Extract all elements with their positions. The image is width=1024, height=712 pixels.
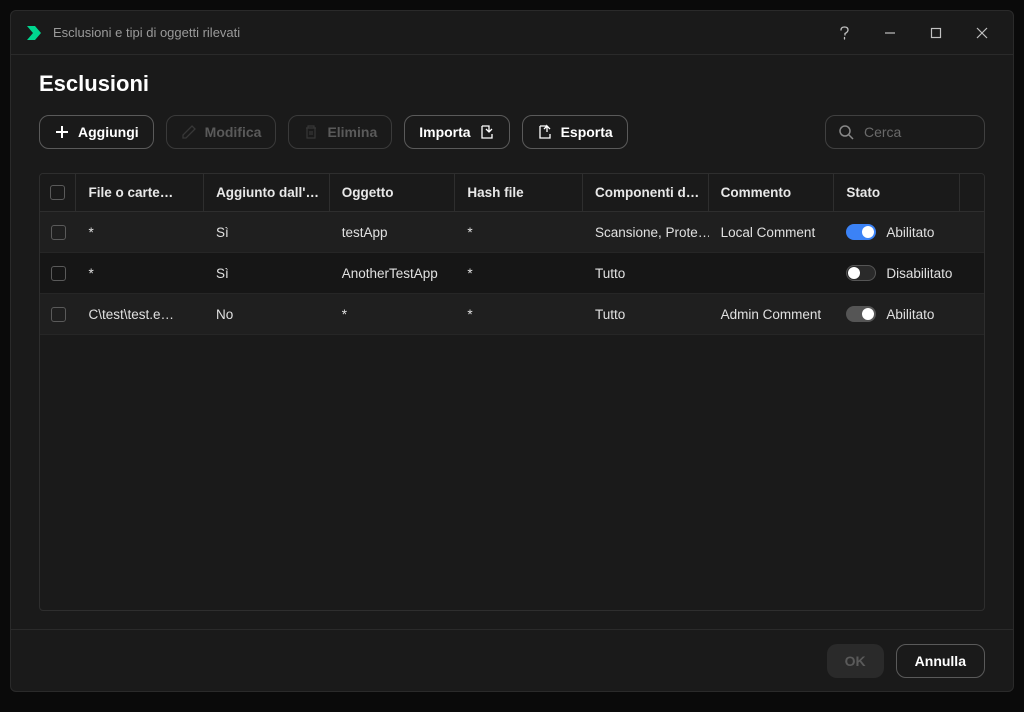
search-icon xyxy=(838,124,854,140)
cell-components: Scansione, Prote… xyxy=(583,212,709,252)
row-checkbox[interactable] xyxy=(51,266,66,281)
cell-object: AnotherTestApp xyxy=(330,253,456,293)
app-logo-icon xyxy=(25,24,43,42)
cell-object: * xyxy=(330,294,456,334)
search-input[interactable] xyxy=(864,124,972,140)
import-icon xyxy=(479,124,495,140)
cell-components: Tutto xyxy=(583,294,709,334)
row-checkbox[interactable] xyxy=(51,307,66,322)
cell-added: Sì xyxy=(204,253,330,293)
maximize-button[interactable] xyxy=(913,17,959,49)
cell-components: Tutto xyxy=(583,253,709,293)
table-row[interactable]: C\test\test.e…No**TuttoAdmin CommentAbil… xyxy=(40,294,984,335)
cell-state: Abilitato xyxy=(834,212,960,252)
pencil-icon xyxy=(181,124,197,140)
state-toggle[interactable] xyxy=(846,306,876,322)
trash-icon xyxy=(303,124,319,140)
cell-state: Abilitato xyxy=(834,294,960,334)
header-checkbox-cell xyxy=(40,174,76,212)
cell-hash: * xyxy=(455,212,583,252)
cell-file: * xyxy=(76,253,204,293)
header-hash[interactable]: Hash file xyxy=(455,174,583,212)
row-checkbox-cell xyxy=(40,253,76,293)
select-all-checkbox[interactable] xyxy=(50,185,65,200)
state-toggle[interactable] xyxy=(846,265,876,281)
export-button[interactable]: Esporta xyxy=(522,115,628,149)
plus-icon xyxy=(54,124,70,140)
cell-hash: * xyxy=(455,253,583,293)
table-header: File o carte… Aggiunto dall'… Oggetto Ha… xyxy=(40,174,984,212)
help-button[interactable] xyxy=(821,17,867,49)
row-checkbox[interactable] xyxy=(51,225,66,240)
state-label: Abilitato xyxy=(886,225,934,240)
exclusions-table: File o carte… Aggiunto dall'… Oggetto Ha… xyxy=(39,173,985,611)
cell-spacer xyxy=(960,212,984,252)
import-button-label: Importa xyxy=(419,124,470,140)
cell-comment: Admin Comment xyxy=(709,294,835,334)
cell-file: C\test\test.e… xyxy=(76,294,204,334)
dialog-footer: OK Annulla xyxy=(11,629,1013,691)
page-title: Esclusioni xyxy=(39,71,985,97)
edit-button: Modifica xyxy=(166,115,277,149)
titlebar: Esclusioni e tipi di oggetti rilevati xyxy=(11,11,1013,55)
cell-added: Sì xyxy=(204,212,330,252)
add-button-label: Aggiungi xyxy=(78,124,139,140)
row-checkbox-cell xyxy=(40,212,76,252)
minimize-button[interactable] xyxy=(867,17,913,49)
delete-button: Elimina xyxy=(288,115,392,149)
table-row[interactable]: *SìtestApp*Scansione, Prote…Local Commen… xyxy=(40,212,984,253)
toolbar: Aggiungi Modifica Elimina Importa Esport… xyxy=(39,115,985,149)
state-label: Disabilitato xyxy=(886,266,952,281)
cell-spacer xyxy=(960,253,984,293)
window-title: Esclusioni e tipi di oggetti rilevati xyxy=(53,25,821,40)
cell-file: * xyxy=(76,212,204,252)
cell-comment xyxy=(709,253,835,293)
header-comment[interactable]: Commento xyxy=(709,174,835,212)
add-button[interactable]: Aggiungi xyxy=(39,115,154,149)
dialog-window: Esclusioni e tipi di oggetti rilevati Es… xyxy=(10,10,1014,692)
state-toggle[interactable] xyxy=(846,224,876,240)
cell-object: testApp xyxy=(330,212,456,252)
delete-button-label: Elimina xyxy=(327,124,377,140)
cell-state: Disabilitato xyxy=(834,253,960,293)
header-components[interactable]: Componenti d… xyxy=(583,174,709,212)
state-label: Abilitato xyxy=(886,307,934,322)
table-body: *SìtestApp*Scansione, Prote…Local Commen… xyxy=(40,212,984,610)
search-box[interactable] xyxy=(825,115,985,149)
header-file[interactable]: File o carte… xyxy=(76,174,204,212)
row-checkbox-cell xyxy=(40,294,76,334)
import-button[interactable]: Importa xyxy=(404,115,509,149)
content-area: Esclusioni Aggiungi Modifica Elimina Imp… xyxy=(11,55,1013,629)
header-added[interactable]: Aggiunto dall'… xyxy=(204,174,330,212)
cell-spacer xyxy=(960,294,984,334)
close-button[interactable] xyxy=(959,17,1005,49)
table-row[interactable]: *SìAnotherTestApp*TuttoDisabilitato xyxy=(40,253,984,294)
header-state[interactable]: Stato xyxy=(834,174,960,212)
window-controls xyxy=(821,17,1005,49)
header-object[interactable]: Oggetto xyxy=(330,174,456,212)
cancel-button[interactable]: Annulla xyxy=(896,644,985,678)
ok-button: OK xyxy=(827,644,884,678)
cell-added: No xyxy=(204,294,330,334)
cell-comment: Local Comment xyxy=(709,212,835,252)
cell-hash: * xyxy=(455,294,583,334)
edit-button-label: Modifica xyxy=(205,124,262,140)
header-spacer xyxy=(960,174,984,212)
export-button-label: Esporta xyxy=(561,124,613,140)
export-icon xyxy=(537,124,553,140)
